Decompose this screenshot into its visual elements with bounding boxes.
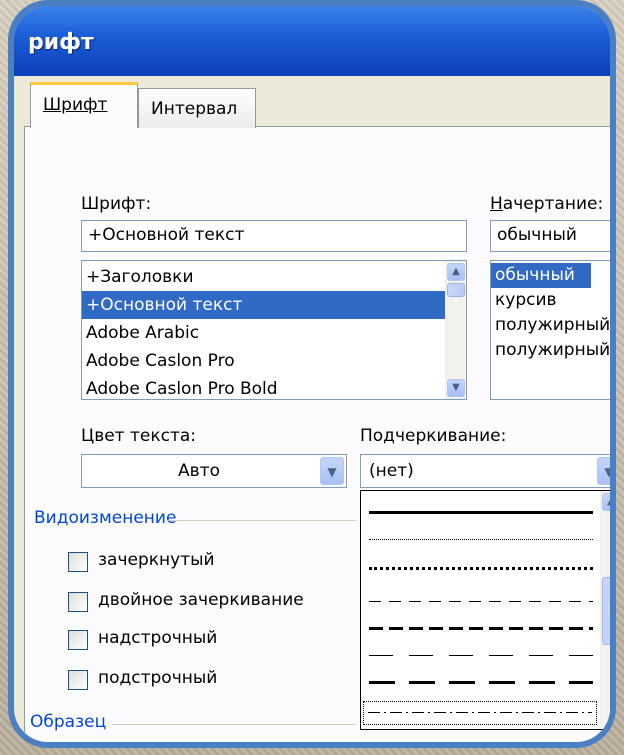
tab-spacing-label: Интервал (151, 99, 238, 119)
subscript-label: подстрочный (98, 668, 218, 688)
chevron-down-icon[interactable]: ▼ (597, 457, 610, 485)
style-label: Начертание: (490, 194, 604, 214)
font-input[interactable]: +Основной текст (81, 220, 467, 252)
tab-spacing[interactable]: Интервал (138, 88, 256, 128)
style-input[interactable]: обычный (490, 220, 610, 252)
window-title: рифт (28, 30, 94, 55)
font-list-scrollbar[interactable]: ▲ ▼ (445, 261, 466, 399)
scroll-grip-icon (608, 606, 610, 614)
up-arrow-icon[interactable]: ▲ (447, 263, 465, 281)
font-list-item[interactable]: Adobe Arabic (82, 319, 446, 347)
style-list[interactable]: обычный курсив полужирный полужирный (490, 260, 610, 400)
style-label-text: ачертание: (502, 194, 604, 214)
underline-combo-value: (нет) (369, 461, 414, 481)
strikethrough-label: зачеркнутый (98, 550, 215, 570)
underline-option-dashed[interactable] (369, 601, 593, 602)
underline-combo[interactable]: (нет) ▼ (360, 454, 610, 488)
section-divider (166, 520, 356, 521)
superscript-label: надстрочный (98, 628, 218, 648)
tab-font[interactable]: Шрифт (30, 82, 138, 128)
style-list-item[interactable]: курсив (491, 288, 610, 313)
style-list-item-selected[interactable]: обычный (491, 263, 591, 288)
underline-option-dotted-fine[interactable] (369, 539, 593, 540)
up-arrow-icon[interactable]: ▲ (602, 493, 610, 511)
font-dialog-window: рифт Шрифт Интервал Шрифт: +Основной тек… (8, 0, 616, 748)
underline-option-long-dash-heavy[interactable] (369, 681, 593, 684)
scroll-thumb[interactable] (447, 283, 465, 297)
effects-section-title: Видоизменение (34, 508, 177, 528)
underline-option-solid[interactable] (369, 511, 593, 514)
style-input-value: обычный (497, 225, 577, 245)
underline-option-selected-frame[interactable] (363, 701, 597, 725)
font-list-item[interactable]: Adobe Caslon Pro Bold (82, 375, 446, 399)
sample-section-title: Образец (30, 712, 107, 732)
double-strikethrough-label: двойное зачеркивание (98, 590, 304, 610)
font-list-item[interactable]: +Заголовки (82, 263, 446, 291)
font-list-item[interactable]: Adobe Caslon Pro (82, 347, 446, 375)
superscript-checkbox[interactable] (68, 630, 88, 650)
font-list-item-selected[interactable]: +Основной текст (82, 291, 446, 319)
font-input-value: +Основной текст (88, 225, 245, 245)
underline-option-dotted-heavy[interactable] (369, 567, 593, 570)
strikethrough-checkbox[interactable] (68, 552, 88, 572)
scroll-thumb[interactable] (602, 577, 610, 645)
underline-option-dash-dot[interactable] (368, 712, 592, 713)
underline-dropdown[interactable]: ▲ (360, 490, 610, 730)
color-label: Цвет текста: (81, 426, 197, 446)
color-combo-value: Авто (178, 461, 220, 481)
underline-dropdown-scrollbar[interactable]: ▲ (600, 491, 610, 729)
subscript-checkbox[interactable] (68, 670, 88, 690)
underline-label: Подчеркивание: (360, 426, 507, 446)
section-divider (112, 724, 356, 725)
color-combo[interactable]: Авто ▼ (81, 454, 347, 488)
title-bar: рифт (14, 6, 610, 76)
style-list-item[interactable]: полужирный (491, 338, 610, 363)
dialog-client-area: Шрифт Интервал Шрифт: +Основной текст +З… (14, 76, 610, 742)
underline-option-dashed-heavy[interactable] (369, 627, 593, 630)
tab-font-label: Шрифт (43, 95, 108, 115)
double-strikethrough-checkbox[interactable] (68, 592, 88, 612)
style-list-item[interactable]: полужирный (491, 313, 610, 338)
underline-option-long-dash[interactable] (369, 655, 593, 656)
font-label: Шрифт: (81, 194, 152, 214)
chevron-down-icon[interactable]: ▼ (320, 457, 344, 485)
down-arrow-icon[interactable]: ▼ (447, 379, 465, 397)
font-list[interactable]: +Заголовки +Основной текст Adobe Arabic … (81, 260, 467, 400)
